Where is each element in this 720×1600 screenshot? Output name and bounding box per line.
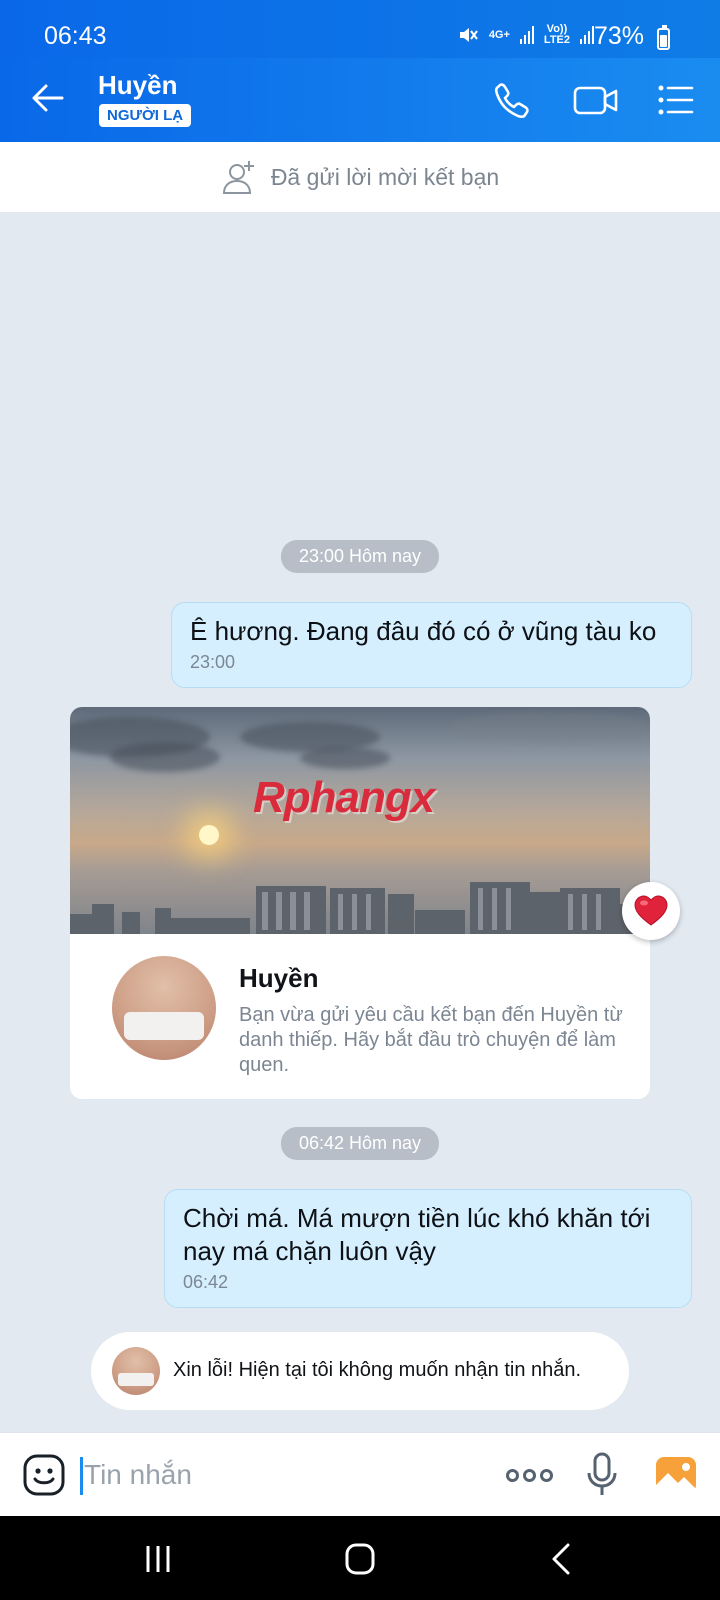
mic-icon[interactable]: [585, 1451, 619, 1499]
outgoing-message[interactable]: Chời má. Má mượn tiền lúc khó khăn tới n…: [164, 1189, 692, 1308]
message-input[interactable]: [84, 1453, 474, 1497]
time-divider: 23:00 Hôm nay: [280, 540, 440, 573]
network-4g-label: 4G+: [488, 28, 510, 41]
friend-request-banner: Đã gửi lời mời kết bạn: [0, 142, 720, 212]
mute-icon: [459, 28, 478, 42]
system-nav-bar: [0, 1516, 720, 1600]
volte-label: Vo)) LTE2: [543, 23, 570, 46]
sun: [199, 825, 219, 845]
city-skyline: [70, 882, 650, 934]
contact-avatar[interactable]: [112, 956, 216, 1060]
phone-icon[interactable]: [490, 78, 534, 122]
auto-reply-message: Xin lỗi! Hiện tại tôi không muốn nhận ti…: [91, 1332, 629, 1410]
auto-reply-avatar: [112, 1347, 160, 1395]
message-text: Ê hương. Đang đâu đó có ở vũng tàu ko: [190, 616, 657, 646]
reaction-button[interactable]: [622, 882, 680, 940]
heart-icon: [634, 895, 668, 926]
message-time: 23:00: [190, 652, 236, 672]
message-input-bar: [0, 1432, 720, 1516]
outgoing-message[interactable]: Ê hương. Đang đâu đó có ở vũng tàu ko 23…: [171, 602, 692, 688]
watermark-logo: Rphangx: [253, 773, 435, 822]
nav-back-icon[interactable]: [542, 1542, 582, 1576]
add-friend-icon: [222, 161, 254, 194]
video-call-icon[interactable]: [572, 78, 620, 122]
status-icons: 4G+ Vo)) LTE2: [457, 24, 594, 46]
nav-recents-icon[interactable]: [138, 1542, 178, 1576]
back-arrow-icon[interactable]: [28, 78, 68, 118]
chat-header: Huyền NGƯỜI LẠ: [0, 58, 720, 142]
stranger-badge: NGƯỜI LẠ: [99, 104, 192, 127]
menu-list-icon[interactable]: [656, 78, 696, 122]
contact-name[interactable]: Huyền: [98, 70, 177, 101]
nav-home-icon[interactable]: [340, 1542, 380, 1576]
emoji-icon[interactable]: [22, 1453, 66, 1497]
image-icon[interactable]: [654, 1453, 698, 1497]
signal-2-icon: [580, 26, 594, 44]
battery-percent: 73%: [593, 22, 644, 50]
message-time: 06:42: [183, 1272, 229, 1292]
status-time: 06:43: [44, 22, 107, 50]
text-caret: [80, 1457, 83, 1495]
message-text: Chời má. Má mượn tiền lúc khó khăn tới n…: [183, 1203, 651, 1266]
battery-icon: [657, 25, 670, 50]
signal-1-icon: [519, 26, 534, 44]
card-description: Bạn vừa gửi yêu cầu kết bạn đến Huyền từ…: [239, 1004, 623, 1076]
time-divider: 06:42 Hôm nay: [280, 1127, 440, 1160]
more-icon[interactable]: [506, 1461, 554, 1489]
status-bar: 06:43 4G+ Vo)) LTE2 73%: [0, 0, 720, 58]
friend-request-text: Đã gửi lời mời kết bạn: [270, 163, 500, 190]
auto-reply-text: Xin lỗi! Hiện tại tôi không muốn nhận ti…: [173, 1359, 582, 1381]
contact-card[interactable]: Rphangx Huyền Bạn vừa gửi yêu cầu kết bạ…: [70, 707, 650, 1099]
cover-photo: Rphangx: [70, 707, 650, 934]
card-contact-name: Huyền: [239, 963, 319, 993]
